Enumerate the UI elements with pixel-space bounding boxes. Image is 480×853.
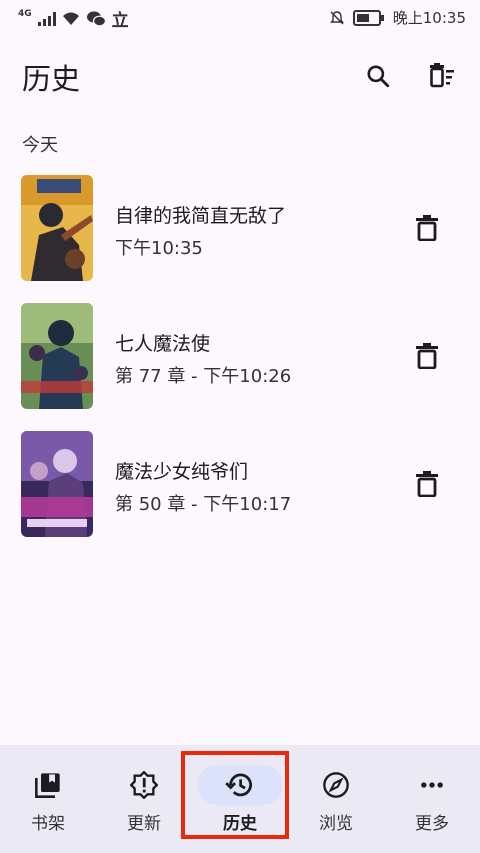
manga-cover[interactable] — [21, 175, 93, 281]
page-title: 历史 — [22, 62, 81, 96]
nav-label: 更多 — [415, 814, 449, 834]
wechat-icon — [86, 11, 106, 26]
manga-title: 自律的我简直无敌了 — [115, 205, 287, 227]
history-item[interactable]: 自律的我简直无敌了 下午10:35 — [0, 175, 480, 285]
delete-sweep-icon — [430, 63, 454, 88]
search-button[interactable] — [358, 56, 398, 96]
manga-cover[interactable] — [21, 431, 93, 537]
nav-item-library[interactable]: 书架 — [0, 745, 96, 853]
trash-icon — [416, 215, 438, 241]
status-left: 4G 立 — [18, 6, 129, 32]
nav-label: 书架 — [31, 814, 65, 834]
manga-title: 魔法少女纯爷们 — [115, 461, 249, 483]
delete-history-button[interactable] — [406, 463, 448, 505]
network-type: 4G — [18, 8, 32, 19]
trash-icon — [416, 343, 438, 369]
status-bar: 4G 立 晚上10:35 — [0, 0, 480, 34]
history-item[interactable]: 七人魔法使 第 77 章 - 下午10:26 — [0, 303, 480, 413]
manga-cover[interactable] — [21, 303, 93, 409]
delete-history-button[interactable] — [406, 335, 448, 377]
manga-title: 七人魔法使 — [115, 333, 211, 355]
compass-icon — [304, 765, 368, 805]
status-right: 晚上10:35 — [329, 7, 466, 28]
delete-history-button[interactable] — [406, 207, 448, 249]
updates-icon — [112, 765, 176, 805]
nav-item-more[interactable]: 更多 — [384, 745, 480, 853]
top-app-bar: 历史 — [0, 46, 480, 106]
history-item[interactable]: 魔法少女纯爷们 第 50 章 - 下午10:17 — [0, 431, 480, 541]
wifi-icon — [62, 12, 79, 25]
chapter-and-time: 第 77 章 - 下午10:26 — [115, 366, 292, 387]
more-icon — [400, 765, 464, 805]
status-time: 晚上10:35 — [392, 9, 466, 27]
clear-history-button[interactable] — [422, 56, 462, 96]
nav-item-updates[interactable]: 更新 — [96, 745, 192, 853]
signal-icon — [37, 11, 56, 26]
trash-icon — [416, 471, 438, 497]
library-icon — [16, 765, 80, 805]
section-header-today: 今天 — [22, 135, 58, 156]
nav-label: 浏览 — [319, 814, 353, 834]
chapter-and-time: 第 50 章 - 下午10:17 — [115, 494, 292, 515]
read-time: 下午10:35 — [115, 238, 203, 259]
battery-icon — [352, 9, 384, 26]
highlight-box — [181, 751, 289, 839]
nav-label: 更新 — [127, 814, 161, 834]
search-icon — [367, 65, 390, 88]
nav-item-browse[interactable]: 浏览 — [288, 745, 384, 853]
status-notification-char: 立 — [111, 11, 129, 31]
mute-bell-icon — [329, 10, 344, 24]
